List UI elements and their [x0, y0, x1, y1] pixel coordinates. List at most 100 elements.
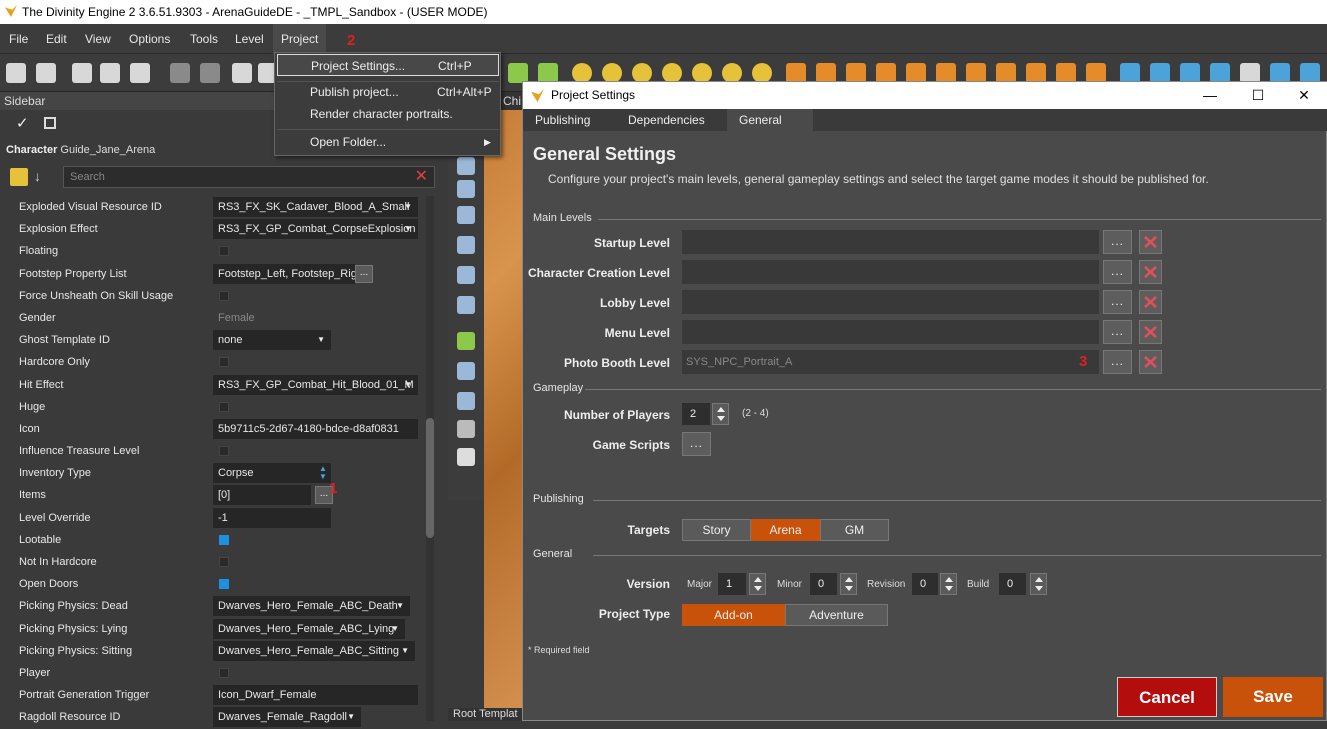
jar-icon[interactable] — [1150, 63, 1170, 83]
property-value[interactable]: Dwarves_Hero_Female_ABC_Death — [213, 596, 410, 617]
minimize-icon[interactable]: — — [1187, 82, 1233, 109]
script-edit-icon[interactable] — [457, 296, 475, 314]
menu-project[interactable]: Project — [273, 24, 327, 54]
trigger-icon[interactable] — [752, 63, 772, 83]
marker-icon[interactable] — [662, 63, 682, 83]
cancel-button[interactable]: Cancel — [1117, 677, 1217, 717]
menu-level[interactable]: Level — [227, 24, 272, 54]
select-icon[interactable] — [457, 362, 475, 380]
tower-icon[interactable] — [936, 63, 956, 83]
fx-icon[interactable] — [846, 63, 866, 83]
num-players-spinner[interactable] — [712, 403, 729, 425]
close-icon[interactable]: ✕ — [1281, 82, 1327, 109]
spiral-icon[interactable] — [1300, 63, 1320, 83]
minor-value[interactable]: 0 — [810, 573, 837, 595]
paint-icon[interactable] — [538, 63, 558, 83]
visibility-icon[interactable] — [457, 392, 475, 410]
maximize-icon[interactable]: ☐ — [1235, 82, 1281, 109]
level-field[interactable] — [682, 230, 1099, 254]
category-view-icon[interactable] — [10, 168, 28, 186]
grid-icon[interactable] — [692, 63, 712, 83]
run-icon[interactable] — [1270, 63, 1290, 83]
level-clear-icon[interactable] — [1139, 350, 1162, 374]
bulb-icon[interactable] — [1180, 63, 1200, 83]
inventory-spinner[interactable]: ▲ ▼ — [319, 465, 327, 481]
menu-item-project-settings[interactable]: Project Settings... Ctrl+P — [277, 54, 499, 76]
level-field[interactable]: SYS_NPC_Portrait_A — [682, 350, 1099, 374]
num-players-value[interactable]: 2 — [682, 403, 710, 425]
tab-dependencies[interactable]: Dependencies — [616, 109, 726, 131]
snap-icon[interactable] — [457, 236, 475, 254]
undo-icon[interactable] — [170, 63, 190, 83]
eye-icon[interactable] — [130, 63, 150, 83]
tab-root-templates[interactable]: Root Templat — [448, 708, 528, 721]
property-value[interactable]: Footstep_Left, Footstep_Right — [213, 263, 355, 284]
dd-icon[interactable] — [1240, 63, 1260, 83]
property-value[interactable]: RS3_FX_SK_Cadaver_Blood_A_Small — [213, 197, 418, 217]
property-checkbox[interactable] — [219, 579, 229, 590]
target-arena-button[interactable]: Arena — [751, 519, 820, 541]
orb-icon[interactable] — [1210, 63, 1230, 83]
minor-spinner[interactable] — [840, 573, 857, 595]
revision-value[interactable]: 0 — [912, 573, 938, 595]
property-checkbox[interactable] — [219, 557, 229, 567]
spark-icon[interactable] — [632, 63, 652, 83]
move-icon[interactable] — [457, 157, 475, 175]
target-icon[interactable] — [722, 63, 742, 83]
property-checkbox[interactable] — [219, 534, 229, 545]
property-value[interactable]: Dwarves_Hero_Female_ABC_Sitting — [213, 640, 415, 661]
browse-button[interactable]: ... — [355, 264, 373, 283]
quill-icon[interactable] — [1026, 63, 1046, 83]
level-browse-button[interactable]: ... — [1103, 320, 1132, 344]
property-value[interactable]: RS3_FX_GP_Combat_Hit_Blood_01_M — [213, 374, 418, 395]
tab-children[interactable]: Chi — [500, 92, 524, 110]
tab-general[interactable]: General — [727, 109, 813, 131]
build-value[interactable]: 0 — [999, 573, 1026, 595]
search-input[interactable]: Search ✕ — [63, 166, 435, 188]
pivot-icon[interactable] — [457, 266, 475, 284]
property-value[interactable]: -1 — [213, 507, 331, 528]
property-checkbox[interactable] — [219, 246, 229, 257]
property-value[interactable]: Dwarves_Female_Ragdoll — [213, 707, 361, 728]
level-clear-icon[interactable] — [1139, 260, 1162, 284]
menu-file[interactable]: File — [1, 24, 36, 54]
target-story-button[interactable]: Story — [682, 519, 751, 541]
level-field[interactable] — [682, 260, 1099, 284]
check-icon[interactable]: ✓ — [16, 114, 29, 132]
level-clear-icon[interactable] — [1139, 290, 1162, 314]
gear-icon[interactable] — [457, 332, 475, 350]
type-adventure-button[interactable]: Adventure — [785, 604, 888, 626]
line-chart-icon[interactable] — [1086, 63, 1106, 83]
save-button[interactable]: Save — [1223, 677, 1323, 717]
property-value[interactable]: Icon_Dwarf_Female — [213, 685, 418, 706]
dialog-icon[interactable] — [906, 63, 926, 83]
level-browse-button[interactable]: ... — [1103, 230, 1132, 254]
light-icon[interactable] — [572, 63, 592, 83]
flag-icon[interactable] — [966, 63, 986, 83]
build-spinner[interactable] — [1030, 573, 1047, 595]
tab-publishing[interactable]: Publishing — [523, 109, 616, 131]
rotate-icon[interactable] — [457, 180, 475, 198]
level-browse-button[interactable]: ... — [1103, 290, 1132, 314]
view-eye-icon[interactable] — [457, 448, 475, 466]
group-icon[interactable] — [602, 63, 622, 83]
sphere-icon[interactable] — [786, 63, 806, 83]
sort-icon[interactable]: ↓ — [34, 168, 41, 184]
character-icon[interactable] — [1120, 63, 1140, 83]
menu-edit[interactable]: Edit — [38, 24, 75, 54]
property-value[interactable]: [0] — [213, 485, 311, 506]
level-field[interactable] — [682, 290, 1099, 314]
menu-options[interactable]: Options — [121, 24, 178, 54]
save-icon[interactable] — [72, 63, 92, 83]
property-checkbox[interactable] — [219, 446, 229, 457]
property-value[interactable]: Corpse — [213, 463, 331, 484]
property-checkbox[interactable] — [219, 401, 229, 412]
property-value[interactable]: Dwarves_Hero_Female_ABC_Lying — [213, 618, 405, 639]
sidebar-scrollbar[interactable] — [426, 196, 434, 721]
clear-search-icon[interactable]: ✕ — [415, 167, 428, 187]
game-scripts-browse-button[interactable]: ... — [682, 432, 711, 456]
revision-spinner[interactable] — [940, 573, 957, 595]
redo-icon[interactable] — [200, 63, 220, 83]
menu-view[interactable]: View — [77, 24, 119, 54]
scroll-icon[interactable] — [876, 63, 896, 83]
